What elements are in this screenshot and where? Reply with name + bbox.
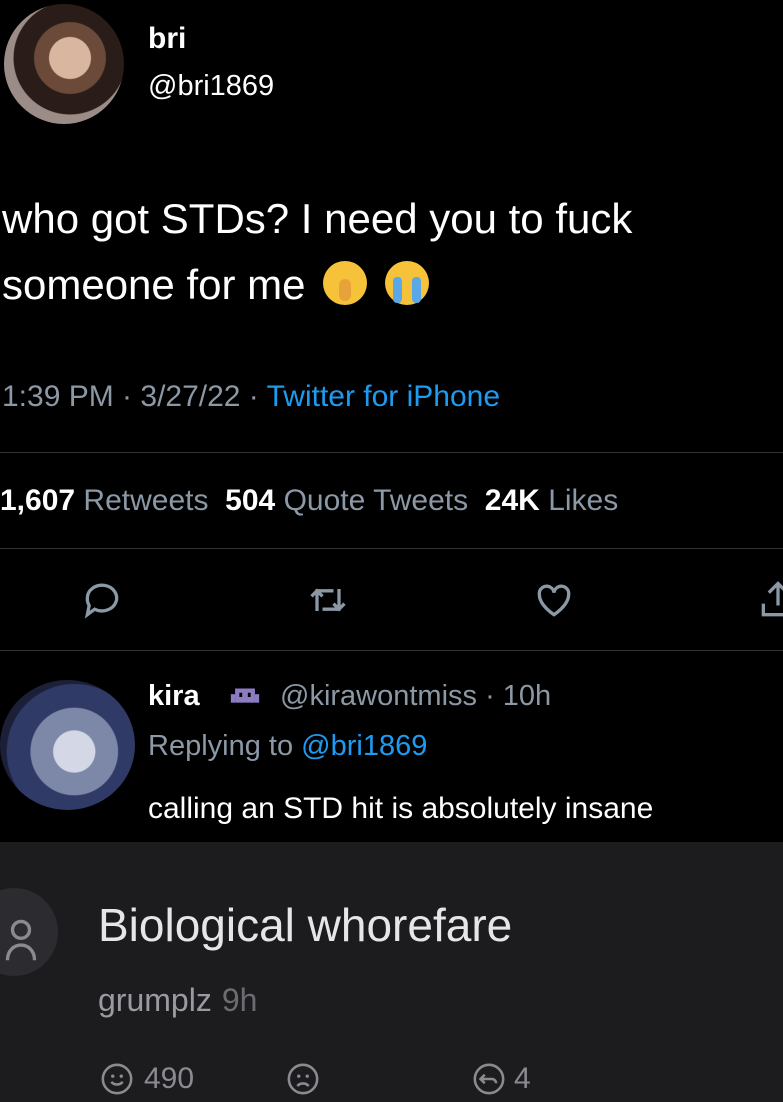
divider	[0, 548, 783, 549]
quotes-count[interactable]: 504	[225, 484, 275, 517]
replying-to: Replying to @bri1869	[148, 730, 427, 763]
tweet-author-handle[interactable]: @bri1869	[148, 70, 274, 103]
retweets-label[interactable]: Retweets	[83, 484, 208, 517]
tweet-action-bar	[0, 578, 783, 628]
reply-count: 4	[514, 1062, 531, 1095]
reply-author-name[interactable]: kira	[148, 680, 200, 713]
comment-username[interactable]: grumplz	[98, 982, 212, 1018]
share-icon[interactable]	[756, 578, 783, 622]
comment-meta: grumplz 9h	[98, 982, 257, 1019]
divider	[0, 452, 783, 453]
replying-to-handle[interactable]: @bri1869	[301, 730, 427, 762]
comment-time: 9h	[221, 982, 258, 1018]
frown-icon[interactable]	[286, 1062, 320, 1096]
reply-handle-time[interactable]: @kirawontmiss · 10h	[280, 680, 551, 713]
reply-icon[interactable]	[80, 578, 124, 622]
tweet-stats: 1,607 Retweets 504 Quote Tweets 24K Like…	[0, 484, 618, 518]
tweet-timestamp: 1:39 PM · 3/27/22 ·	[2, 380, 267, 413]
comment-text: Biological whorefare	[98, 899, 513, 951]
comment-reply-icon[interactable]	[472, 1062, 506, 1096]
reply-text: calling an STD hit is absolutely insane	[148, 792, 654, 825]
retweet-icon[interactable]	[306, 578, 350, 622]
tweet-source-link[interactable]: Twitter for iPhone	[267, 380, 500, 413]
user-icon	[5, 919, 37, 961]
replying-to-label: Replying to	[148, 730, 302, 762]
tweet-text: who got STDs? I need you to fuck someone…	[2, 195, 633, 308]
retweets-count[interactable]: 1,607	[0, 484, 75, 517]
likes-count[interactable]: 24K	[485, 484, 540, 517]
shushing-face-emoji-icon	[323, 261, 368, 305]
tweet-author-avatar[interactable]	[4, 4, 124, 124]
like-icon[interactable]	[532, 578, 576, 622]
likes-label[interactable]: Likes	[548, 484, 618, 517]
tweet-body: who got STDs? I need you to fuck someone…	[2, 186, 782, 318]
tweet-meta: 1:39 PM · 3/27/22 · Twitter for iPhone	[2, 380, 500, 414]
crying-face-emoji-icon	[384, 261, 429, 305]
divider	[0, 650, 783, 651]
smile-icon[interactable]	[100, 1062, 134, 1096]
reply-author-avatar[interactable]	[0, 680, 135, 810]
upvote-count: 490	[144, 1062, 195, 1095]
quotes-label[interactable]: Quote Tweets	[284, 484, 469, 517]
alien-emoji-icon	[230, 688, 260, 703]
tweet-author-name[interactable]: bri	[148, 22, 186, 56]
